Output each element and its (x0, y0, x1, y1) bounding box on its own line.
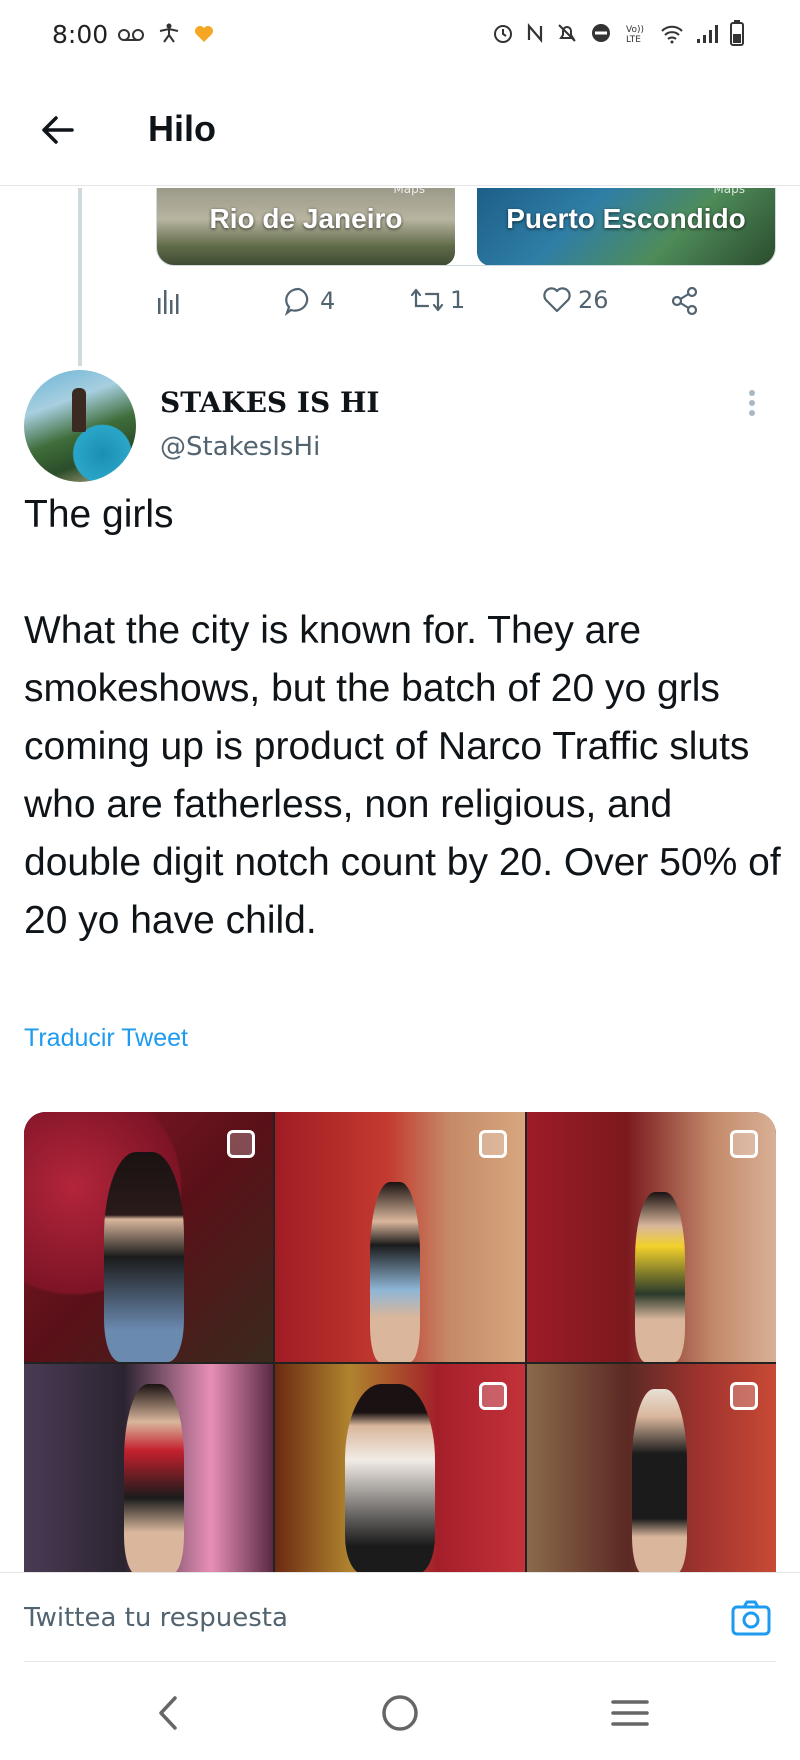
share-icon (671, 286, 698, 316)
nav-home-button[interactable] (375, 1690, 425, 1736)
nfc-icon (526, 22, 544, 51)
system-nav-bar (0, 1662, 800, 1760)
more-options-button[interactable] (744, 386, 760, 426)
dot-icon (749, 400, 755, 406)
person-figure (370, 1182, 421, 1362)
person-figure (634, 1192, 685, 1362)
page-title: Hilo (148, 108, 216, 149)
heart-icon (543, 287, 571, 313)
photo-4[interactable] (24, 1364, 274, 1572)
reply-input[interactable]: Twittea tu respuesta (24, 1573, 704, 1663)
thread-header: Hilo (0, 72, 800, 186)
multi-image-icon (729, 1382, 758, 1410)
dot-icon (749, 390, 755, 396)
voicemail-icon (118, 22, 144, 50)
retweet-count: 1 (450, 286, 466, 314)
dot-icon (749, 410, 755, 416)
alarm-icon (492, 22, 514, 51)
status-time: 8:00 (52, 20, 109, 49)
tweet-text: The girls What the city is known for. Th… (24, 493, 781, 942)
previous-tweet-cards: Maps Rio de Janeiro Maps Puerto Escondid… (156, 188, 776, 266)
arrow-left-icon (42, 116, 74, 144)
dnd-icon (590, 22, 612, 51)
status-bar: 8:00 Vo)) LTE (0, 0, 800, 72)
chevron-left-icon (159, 1696, 177, 1730)
accessibility-icon (158, 22, 180, 50)
photo-grid (24, 1112, 776, 1572)
photo-1[interactable] (24, 1112, 274, 1362)
mute-icon (556, 22, 578, 51)
person-figure (631, 1389, 687, 1572)
photo-6[interactable] (526, 1364, 776, 1572)
maps-badge: Maps (713, 188, 745, 196)
battery-icon (730, 20, 744, 53)
previous-tweet-actions: 4 1 26 (156, 286, 716, 326)
maps-badge: Maps (393, 188, 425, 196)
home-circle-icon (382, 1695, 418, 1731)
heart-app-icon (194, 22, 214, 50)
user-handle[interactable]: @StakesIsHi (160, 432, 320, 462)
svg-text:LTE: LTE (626, 35, 641, 44)
card-rio-de-janeiro[interactable]: Maps Rio de Janeiro (157, 188, 455, 265)
avatar-figure (72, 388, 86, 432)
share-button[interactable] (670, 286, 700, 316)
analytics-button[interactable] (156, 286, 182, 316)
analytics-icon (158, 290, 179, 314)
nav-back-button[interactable] (145, 1690, 195, 1736)
photo-3[interactable] (526, 1112, 776, 1362)
reply-button[interactable]: 4 (284, 286, 335, 316)
camera-icon (731, 1600, 771, 1636)
reply-bar: Twittea tu respuesta (0, 1572, 800, 1663)
reply-count: 4 (320, 287, 336, 315)
card-label: Rio de Janeiro (209, 203, 403, 234)
menu-lines-icon (611, 1700, 649, 1726)
like-button[interactable]: 26 (542, 286, 609, 314)
multi-image-icon (729, 1130, 758, 1158)
back-button[interactable] (36, 108, 80, 152)
multi-image-icon (478, 1130, 507, 1158)
multi-image-icon (227, 1130, 256, 1158)
card-puerto-escondido[interactable]: Maps Puerto Escondido (477, 188, 775, 265)
volte-icon: Vo)) LTE (624, 22, 648, 51)
camera-button[interactable] (730, 1597, 772, 1639)
retweet-icon (410, 288, 444, 312)
multi-image-icon (478, 1382, 507, 1410)
person-figure (345, 1384, 436, 1572)
photo-5[interactable] (275, 1364, 525, 1572)
display-name[interactable]: STAKES IS HI (160, 386, 380, 419)
person-figure (104, 1152, 184, 1362)
nav-recents-button[interactable] (605, 1690, 655, 1736)
person-figure (124, 1384, 184, 1572)
avatar[interactable] (24, 370, 136, 482)
card-label: Puerto Escondido (506, 203, 746, 234)
like-count: 26 (578, 286, 609, 314)
retweet-button[interactable]: 1 (410, 286, 465, 314)
thread-connector-line (78, 188, 82, 366)
wifi-icon (660, 23, 684, 51)
comment-icon (284, 287, 309, 316)
translate-tweet-link[interactable]: Traducir Tweet (24, 1024, 188, 1053)
signal-icon (696, 23, 718, 51)
svg-text:Vo)): Vo)) (626, 25, 644, 35)
photo-2[interactable] (275, 1112, 525, 1362)
